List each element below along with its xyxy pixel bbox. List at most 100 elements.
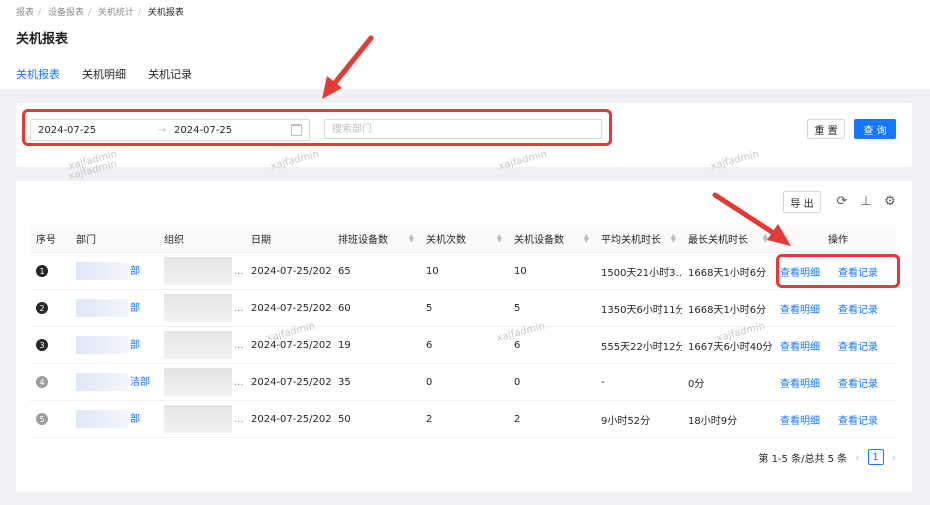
cell-max: 0分 [682, 363, 774, 401]
table-row: 3 部 ... 2024-07-25/202... 19 6 6 555天22小… [30, 326, 896, 364]
col-header-avg[interactable]: 平均关机时长 ▲ ▼ [595, 225, 682, 253]
col-header-label: 关机次数 [426, 235, 466, 246]
col-header-scheduled[interactable]: 排班设备数 ▲ ▼ [332, 225, 420, 253]
table-row: 4 洁部 ... 2024-07-25/202... 35 0 0 - 0分 查… [30, 363, 896, 401]
cell-date: 2024-07-25/202... [245, 363, 332, 401]
prev-page-icon[interactable]: ‹ [855, 451, 859, 464]
cell-actions: 查看明细 查看记录 [774, 363, 896, 401]
col-header-label: 平均关机时长 [601, 235, 661, 246]
breadcrumb-item[interactable]: 设备报表 [48, 8, 84, 18]
cell-max: 18小时9分 [682, 400, 774, 438]
blurred-text [164, 368, 232, 396]
table-row: 1 部 ... 2024-07-25/202... 65 10 10 1500天… [30, 252, 896, 290]
view-detail-link[interactable]: 查看明细 [780, 379, 820, 390]
blurred-text [164, 257, 232, 285]
col-header-index: 序号 [30, 225, 70, 253]
sort-icon[interactable]: ▲ ▼ [763, 233, 768, 244]
col-header-dept: 部门 [70, 225, 158, 253]
cell-devices: 0 [508, 363, 595, 401]
dept-name: 部 [130, 266, 140, 277]
col-header-label: 最长关机时长 [688, 235, 748, 246]
cell-actions: 查看明细 查看记录 [774, 326, 896, 364]
sort-icon[interactable]: ▲ ▼ [409, 233, 414, 244]
reset-button[interactable]: 重 置 [807, 119, 845, 139]
view-detail-link[interactable]: 查看明细 [780, 416, 820, 427]
blurred-text [164, 294, 232, 322]
ellipsis: ... [234, 414, 244, 425]
blurred-text [76, 373, 128, 391]
page-number[interactable]: 1 [867, 449, 884, 465]
ellipsis: ... [234, 303, 244, 314]
cell-max: 1668天1小时6分 [682, 289, 774, 327]
cell-index: 1 [30, 252, 70, 290]
row-number-badge: 1 [36, 265, 48, 277]
ellipsis: ... [234, 266, 244, 277]
blurred-text [164, 331, 232, 359]
query-button[interactable]: 查 询 [854, 119, 896, 139]
col-header-devices[interactable]: 关机设备数 ▲ ▼ [508, 225, 595, 253]
cell-max: 1667天6小时40分 [682, 326, 774, 364]
row-number-badge: 5 [36, 413, 48, 425]
view-record-link[interactable]: 查看记录 [838, 342, 878, 353]
next-page-icon[interactable]: › [892, 451, 896, 464]
sort-icon[interactable]: ▲ ▼ [497, 233, 502, 244]
breadcrumb: 报表 / 设备报表 / 关机统计 / 关机报表 [16, 8, 184, 18]
col-header-org: 组织 [158, 225, 245, 253]
cell-avg: 9小时52分 [595, 400, 682, 438]
pagination: 第 1-5 条/总共 5 条 ‹ 1 › [758, 449, 896, 465]
blurred-text [76, 262, 128, 280]
cell-devices: 6 [508, 326, 595, 364]
cell-org: ... [158, 363, 245, 401]
cell-avg: - [595, 363, 682, 401]
view-record-link[interactable]: 查看记录 [838, 379, 878, 390]
view-record-link[interactable]: 查看记录 [838, 416, 878, 427]
col-header-max[interactable]: 最长关机时长 ▲ ▼ [682, 225, 774, 253]
col-header-label: 关机设备数 [514, 235, 564, 246]
cell-date: 2024-07-25/202... [245, 400, 332, 438]
cell-count: 5 [420, 289, 508, 327]
cell-index: 4 [30, 363, 70, 401]
cell-org: ... [158, 326, 245, 364]
col-header-count[interactable]: 关机次数 ▲ ▼ [420, 225, 508, 253]
breadcrumb-current: 关机报表 [147, 8, 184, 18]
cell-org: ... [158, 252, 245, 290]
cell-index: 3 [30, 326, 70, 364]
blurred-text [76, 410, 128, 428]
view-record-link[interactable]: 查看记录 [838, 305, 878, 316]
cell-count: 0 [420, 363, 508, 401]
breadcrumb-item[interactable]: 报表 [16, 8, 34, 18]
cell-count: 6 [420, 326, 508, 364]
col-header-actions: 操作 [774, 225, 896, 253]
settings-icon[interactable]: ⚙ [882, 193, 898, 209]
col-header-label: 排班设备数 [338, 235, 388, 246]
cell-avg: 1500天21小时3... [595, 252, 682, 290]
cell-org: ... [158, 400, 245, 438]
pagination-summary: 第 1-5 条/总共 5 条 [758, 453, 848, 465]
sort-icon[interactable]: ▲ ▼ [671, 233, 676, 244]
col-header-date: 日期 [245, 225, 332, 253]
column-height-icon[interactable]: ⊥ [858, 193, 874, 209]
sort-icon[interactable]: ▲ ▼ [584, 233, 589, 244]
breadcrumb-item[interactable]: 关机统计 [98, 8, 134, 18]
cell-scheduled: 50 [332, 400, 420, 438]
cell-avg: 555天22小时12分 [595, 326, 682, 364]
cell-dept: 部 [70, 289, 158, 327]
dept-name: 洁部 [130, 377, 150, 388]
dept-name: 部 [130, 340, 140, 351]
cell-index: 2 [30, 289, 70, 327]
view-detail-link[interactable]: 查看明细 [780, 305, 820, 316]
page-title: 关机报表 [16, 32, 69, 47]
row-number-badge: 3 [36, 339, 48, 351]
row-number-badge: 2 [36, 302, 48, 314]
view-detail-link[interactable]: 查看明细 [780, 342, 820, 353]
cell-max: 1668天1小时6分 [682, 252, 774, 290]
cell-actions: 查看明细 查看记录 [774, 400, 896, 438]
export-button[interactable]: 导 出 [783, 191, 821, 213]
cell-scheduled: 60 [332, 289, 420, 327]
table-row: 5 部 ... 2024-07-25/202... 50 2 2 9小时52分 … [30, 400, 896, 438]
refresh-icon[interactable]: ⟳ [834, 193, 850, 209]
dept-name: 部 [130, 414, 140, 425]
cell-count: 10 [420, 252, 508, 290]
cell-date: 2024-07-25/202... [245, 252, 332, 290]
cell-devices: 5 [508, 289, 595, 327]
